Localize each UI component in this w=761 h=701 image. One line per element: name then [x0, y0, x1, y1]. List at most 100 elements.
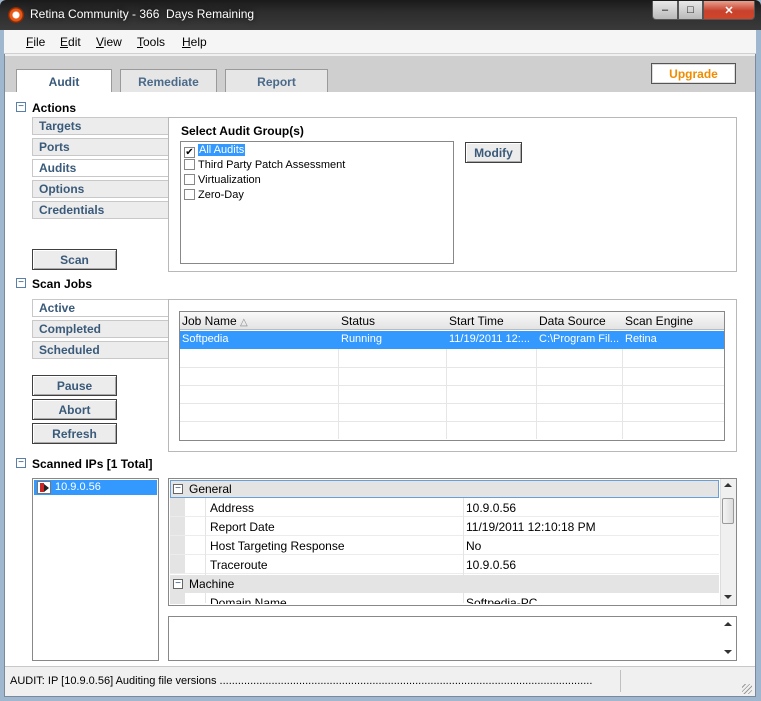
upgrade-button[interactable]: Upgrade [651, 63, 736, 84]
checkbox-checked-icon[interactable]: ✔ [184, 147, 195, 158]
menu-help[interactable]: Help [182, 35, 207, 49]
menu-accel: E [60, 35, 69, 49]
audit-group-row[interactable]: Virtualization [184, 173, 452, 188]
action-ports[interactable]: Ports [32, 138, 169, 156]
property-value: 11/19/2011 12:10:18 PM [466, 520, 596, 534]
menu-label: elp [190, 35, 207, 49]
audit-group-label: All Audits [198, 144, 246, 156]
action-options[interactable]: Options [32, 180, 169, 198]
pause-button[interactable]: Pause [32, 375, 117, 396]
ip-label: 10.9.0.56 [55, 481, 101, 493]
scan-button[interactable]: Scan [32, 249, 117, 270]
cell-job-name: Softpedia [182, 333, 229, 345]
col-scan-engine[interactable]: Scan Engine [625, 314, 693, 328]
property-value: 10.9.0.56 [466, 558, 517, 572]
minimize-button[interactable]: – [652, 1, 678, 20]
audit-group-row[interactable]: Zero-Day [184, 188, 452, 203]
sort-ascending-icon: △ [240, 317, 248, 328]
details-scroll-down-icon[interactable] [724, 650, 732, 654]
property-value: No [466, 539, 482, 553]
jobs-completed[interactable]: Completed [32, 320, 169, 338]
scanned-ips-title: Scanned IPs [1 Total] [32, 457, 153, 471]
jobs-active[interactable]: Active [32, 299, 169, 317]
menu-accel: V [96, 35, 104, 49]
details-textbox[interactable] [168, 616, 737, 661]
tab-remediate[interactable]: Remediate [120, 69, 217, 93]
col-job-name-label: Job Name [182, 314, 237, 328]
window-title: Retina Community - 366 Days Remaining [30, 7, 255, 21]
col-start-time[interactable]: Start Time [449, 314, 504, 328]
collapse-scanned-ips-icon[interactable]: − [16, 458, 26, 468]
col-job-name[interactable]: Job Name △ [182, 314, 248, 328]
checkbox-icon[interactable] [184, 174, 195, 185]
menu-label: ools [143, 35, 166, 49]
scroll-up-icon[interactable] [724, 483, 732, 487]
audit-group-label: Virtualization [198, 174, 261, 186]
category-general: General [189, 482, 232, 496]
menu-file[interactable]: File [26, 35, 45, 49]
audit-group-row[interactable]: Third Party Patch Assessment [184, 158, 452, 173]
ip-list[interactable] [32, 478, 159, 661]
cell-start-time: 11/19/2011 12:... [449, 333, 530, 345]
collapse-actions-icon[interactable]: − [16, 102, 26, 112]
scroll-down-icon[interactable] [724, 595, 732, 599]
collapse-scan-jobs-icon[interactable]: − [16, 278, 26, 288]
cell-status: Running [341, 333, 382, 345]
audit-group-label: Third Party Patch Assessment [198, 159, 346, 171]
col-data-source[interactable]: Data Source [539, 314, 606, 328]
host-icon-arrow [44, 484, 49, 492]
property-key: Address [210, 501, 255, 515]
category-row[interactable] [170, 480, 719, 498]
details-scroll-up-icon[interactable] [724, 622, 732, 626]
resize-grip-icon[interactable] [742, 684, 752, 694]
col-status[interactable]: Status [341, 314, 375, 328]
menu-view[interactable]: View [96, 35, 122, 49]
menu-label: ile [33, 35, 46, 49]
jobs-scheduled[interactable]: Scheduled [32, 341, 169, 359]
grid-divider [180, 421, 724, 422]
abort-button[interactable]: Abort [32, 399, 117, 420]
menu-tools[interactable]: Tools [137, 35, 165, 49]
actions-title: Actions [32, 101, 77, 115]
checkbox-icon[interactable] [184, 159, 195, 170]
collapse-machine-icon[interactable]: − [173, 579, 183, 589]
menu-label: dit [68, 35, 81, 49]
refresh-button[interactable]: Refresh [32, 423, 117, 444]
property-key: Report Date [210, 520, 275, 534]
audit-group-label: Zero-Day [198, 189, 244, 201]
audit-group-row[interactable]: ✔ All Audits [184, 143, 452, 158]
category-machine: Machine [189, 577, 235, 591]
action-audits[interactable]: Audits [32, 159, 169, 177]
menu-label: iew [103, 35, 122, 49]
action-targets[interactable]: Targets [32, 117, 169, 135]
scroll-thumb[interactable] [722, 498, 734, 524]
retina-app-icon[interactable] [8, 7, 24, 23]
property-key: Host Targeting Response [210, 539, 345, 553]
modify-button[interactable]: Modify [465, 142, 522, 163]
tab-strip [5, 56, 755, 92]
host-icon [37, 481, 51, 494]
property-value: 10.9.0.56 [466, 501, 517, 515]
menu-accel: H [182, 35, 191, 49]
property-key: Traceroute [210, 558, 268, 572]
tab-audit[interactable]: Audit [16, 69, 112, 94]
menu-edit[interactable]: Edit [60, 35, 81, 49]
grid-gutter [170, 593, 185, 604]
status-text: AUDIT: IP [10.9.0.56] Auditing file vers… [10, 675, 593, 687]
property-row-clipped[interactable]: Domain Name Softpedia-PC [170, 593, 719, 604]
grid-divider [463, 498, 464, 603]
category-row[interactable] [170, 575, 719, 593]
tab-report[interactable]: Report [225, 69, 328, 93]
close-button[interactable]: ✕ [703, 1, 755, 20]
cell-data-source: C:\Program Fil... [539, 333, 620, 345]
status-separator [620, 670, 621, 692]
collapse-general-icon[interactable]: − [173, 484, 183, 494]
checkbox-icon[interactable] [184, 189, 195, 200]
action-credentials[interactable]: Credentials [32, 201, 169, 219]
grid-divider [205, 498, 206, 603]
grid-divider [180, 367, 724, 368]
audit-group-title: Select Audit Group(s) [181, 124, 304, 138]
maximize-button[interactable]: □ [678, 1, 703, 20]
property-key: Domain Name [210, 596, 287, 604]
grid-divider [180, 385, 724, 386]
